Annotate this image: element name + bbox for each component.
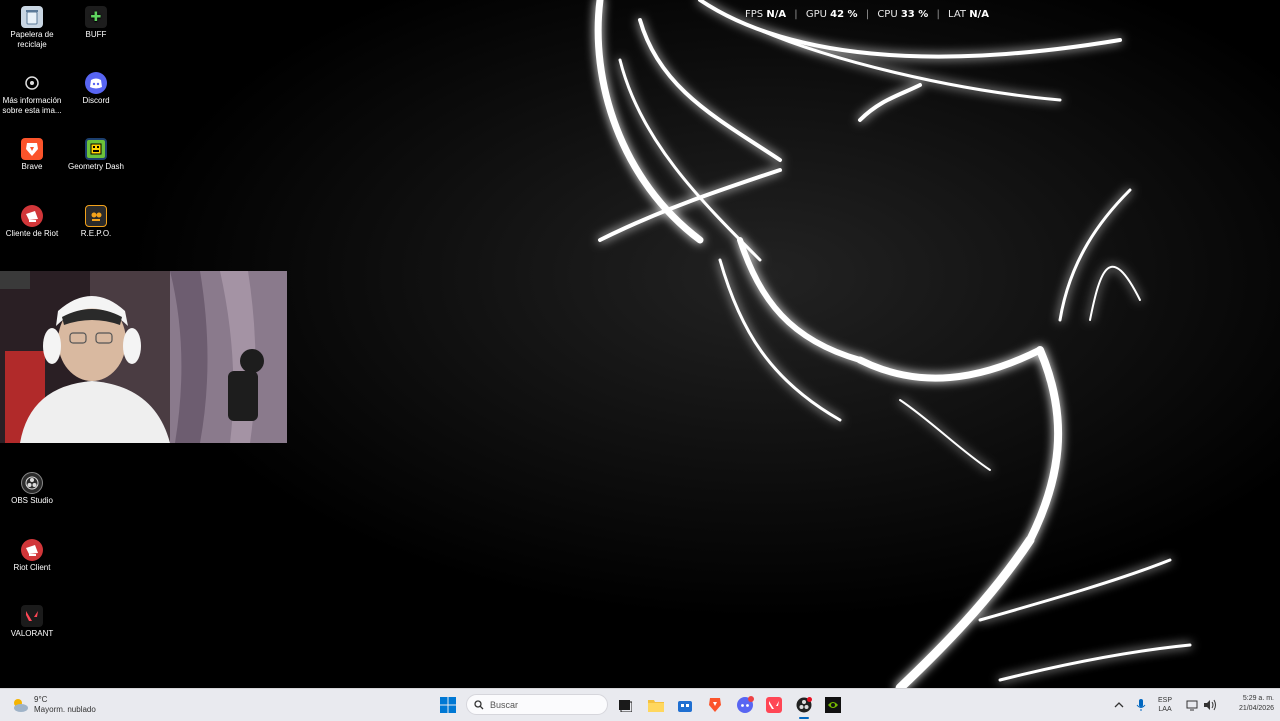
desktop-icon-geometry-dash[interactable]: Geometry Dash <box>64 138 128 172</box>
microphone-icon <box>1136 699 1146 711</box>
brave-icon <box>21 138 43 160</box>
valorant-icon <box>21 605 43 627</box>
weather-condition: Mayorm. nublado <box>34 705 96 714</box>
file-explorer-icon <box>648 700 664 712</box>
task-view-button[interactable] <box>614 694 636 716</box>
taskbar-obs[interactable] <box>793 694 815 719</box>
taskbar-brave[interactable] <box>704 694 726 716</box>
overlay-separator: | <box>865 9 870 20</box>
desktop-icon-discord[interactable]: Discord <box>64 72 128 106</box>
fps-label: FPS <box>745 9 764 20</box>
start-button[interactable] <box>440 697 456 713</box>
geometry-dash-icon <box>85 138 107 160</box>
taskbar-file-explorer[interactable] <box>645 694 667 716</box>
desktop-icon-brave[interactable]: Brave <box>0 138 64 172</box>
taskbar-discord[interactable] <box>734 694 756 716</box>
nvidia-icon <box>825 697 841 713</box>
lat-label: LAT <box>948 9 966 20</box>
desktop-icon-label: Papelera de reciclaje <box>10 30 54 49</box>
desktop-icon-riot-client-es[interactable]: Cliente de Riot <box>0 205 64 239</box>
microphone-tray-button[interactable] <box>1136 695 1146 715</box>
desktop-icon-buff[interactable]: ✚ BUFF <box>64 6 128 40</box>
weather-temperature: 9°C <box>34 695 48 704</box>
gpu-label: GPU <box>805 9 827 20</box>
chevron-up-icon <box>1114 702 1124 708</box>
show-hidden-icons-button[interactable] <box>1114 695 1124 715</box>
desktop-icon-valorant[interactable]: VALORANT <box>0 605 64 639</box>
desktop-icon-label: R.E.P.O. <box>80 229 112 238</box>
performance-overlay: FPS N/A | GPU 42 % | CPU 33 % | LAT N/A <box>745 8 989 22</box>
running-indicator <box>799 717 809 719</box>
desktop-icon-label: VALORANT <box>10 629 54 638</box>
taskbar-search[interactable] <box>466 694 608 715</box>
brave-icon <box>709 698 721 712</box>
desktop-icon-label: Más información sobre esta ima... <box>2 96 62 115</box>
desktop-icon-obs-studio[interactable]: OBS Studio <box>0 472 64 506</box>
task-view-icon <box>619 700 632 712</box>
keyboard-layout: LAA <box>1158 706 1172 713</box>
cloudy-weather-icon <box>14 699 28 712</box>
gpu-value: 42 % <box>830 9 858 20</box>
lat-value: N/A <box>969 9 989 20</box>
desktop-icon-label: OBS Studio <box>11 496 53 505</box>
buff-icon: ✚ <box>85 6 107 28</box>
desktop-icon-recycle-bin[interactable]: Papelera de reciclaje <box>0 6 64 50</box>
taskbar-nvidia[interactable] <box>822 694 844 716</box>
recycle-bin-icon <box>21 6 43 28</box>
repo-icon <box>85 205 107 227</box>
riot-client-icon <box>21 205 43 227</box>
overlay-separator: | <box>936 9 940 20</box>
desktop-icon-spotlight-info[interactable]: Más información sobre esta ima... <box>0 72 64 116</box>
volume-icon <box>1204 699 1216 711</box>
cpu-value: 33 % <box>900 9 929 20</box>
taskbar-valorant[interactable] <box>763 694 785 716</box>
desktop-icon-riot-client[interactable]: Riot Client <box>0 539 64 573</box>
riot-client-icon <box>21 539 43 561</box>
desktop-icon-label: Cliente de Riot <box>5 229 59 238</box>
weather-widget[interactable]: 9°C Mayorm. nublado <box>10 694 96 716</box>
valorant-icon <box>766 697 782 713</box>
network-icon <box>1186 700 1198 711</box>
fps-value: N/A <box>766 9 787 20</box>
webcam-person-image <box>0 271 287 443</box>
desktop-icon-label: BUFF <box>85 30 107 39</box>
desktop-icon-label: Geometry Dash <box>67 162 125 171</box>
overlay-separator: | <box>794 9 798 20</box>
clock-time: 5:29 a. m. <box>1242 695 1274 702</box>
desktop-icon-label: Brave <box>21 162 43 171</box>
taskbar-clock[interactable]: 5:29 a. m. 21/04/2026 <box>1218 694 1274 714</box>
obs-icon <box>796 697 812 713</box>
desktop-icon-repo[interactable]: R.E.P.O. <box>64 205 128 239</box>
search-icon <box>474 699 484 709</box>
clock-date: 21/04/2026 <box>1238 705 1274 712</box>
taskbar-store[interactable] <box>674 694 696 716</box>
discord-icon <box>737 696 754 713</box>
desktop-icon-label: Riot Client <box>13 563 51 572</box>
store-icon <box>678 701 692 712</box>
obs-icon <box>21 472 43 494</box>
desktop-icon-label: Discord <box>82 96 110 105</box>
cpu-label: CPU <box>877 9 898 20</box>
info-camera-icon <box>21 72 43 94</box>
network-volume-tray[interactable] <box>1186 695 1217 715</box>
language-indicator[interactable]: ESP LAA <box>1158 695 1172 715</box>
search-input[interactable] <box>490 699 590 710</box>
webcam-feed <box>0 271 287 443</box>
taskbar: 9°C Mayorm. nublado Buscar ESP LAA 5:29 … <box>0 688 1280 721</box>
language-code: ESP <box>1158 697 1173 704</box>
discord-icon <box>85 72 107 94</box>
